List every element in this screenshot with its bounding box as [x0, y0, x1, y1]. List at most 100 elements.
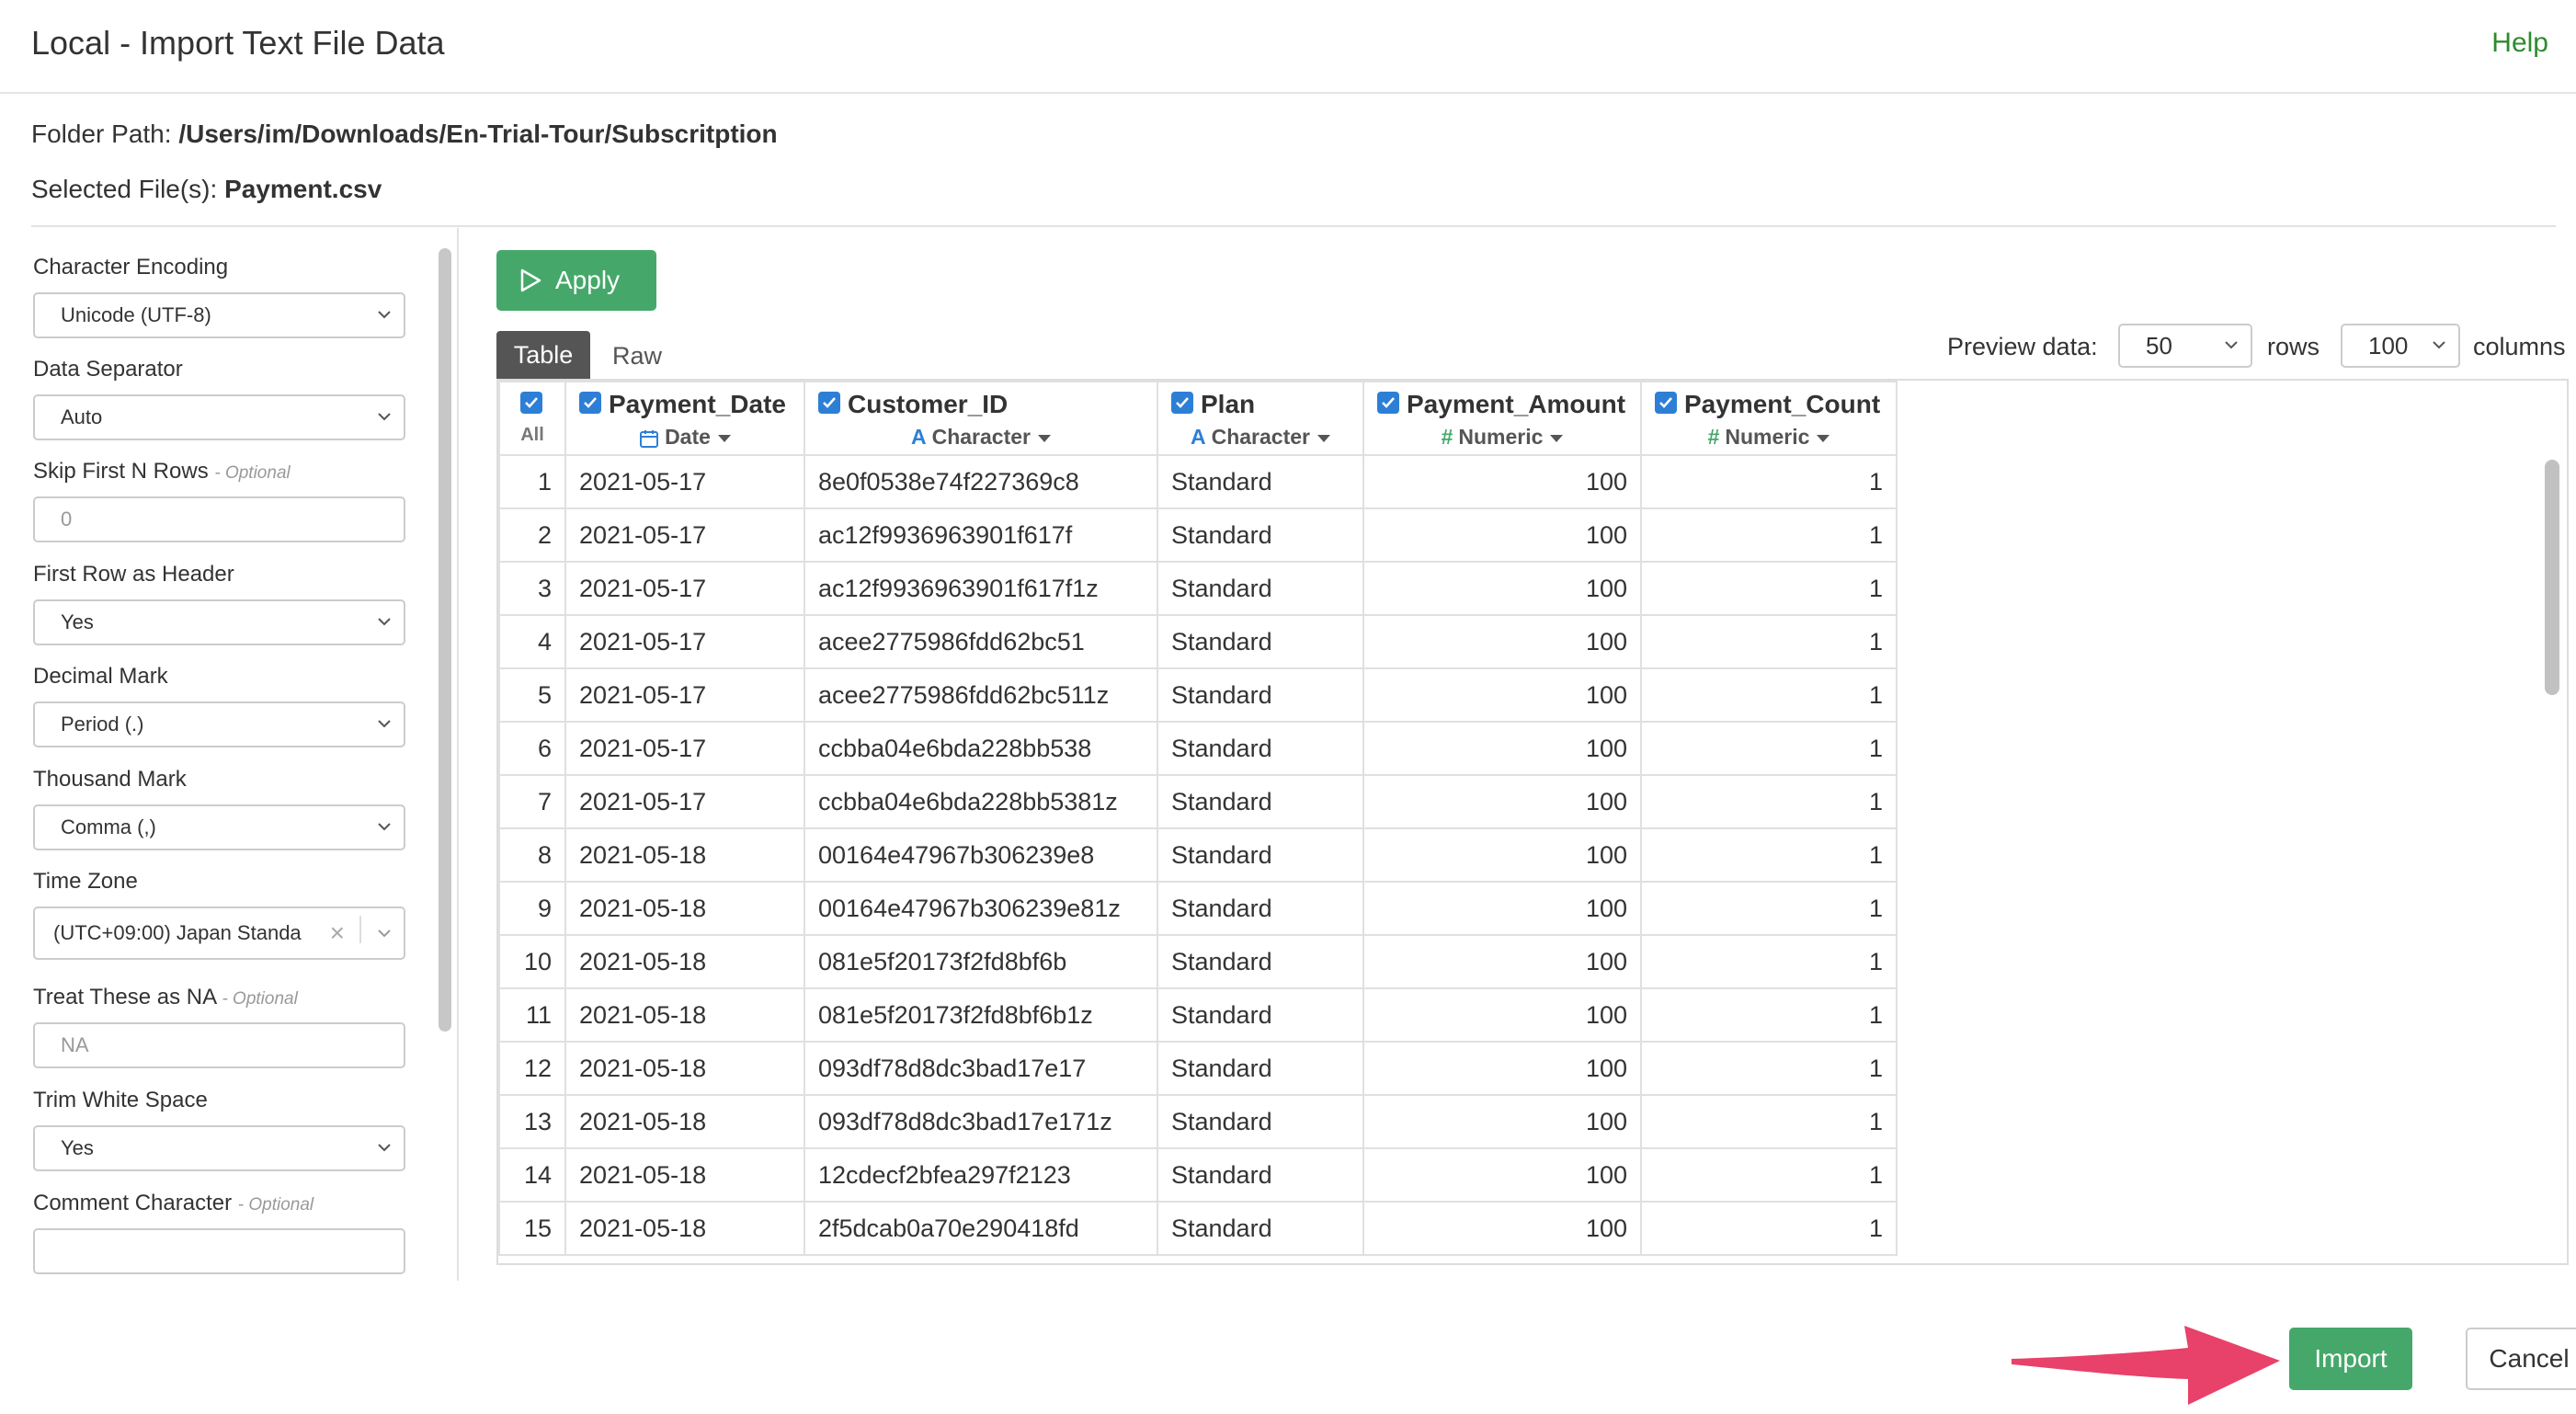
column-type-dropdown[interactable]: A Character [805, 425, 1157, 450]
column-checkbox[interactable] [579, 392, 601, 414]
cancel-button[interactable]: Cancel [2466, 1328, 2576, 1390]
separator-group: Data Separator Auto [33, 356, 405, 440]
plan-cell: Standard [1157, 827, 1364, 883]
table-row[interactable]: 14 2021-05-18 12cdecf2bfea297f2123 Standard… [498, 1147, 1898, 1203]
payment-amount-cell: 100 [1362, 667, 1642, 723]
encoding-value: Unicode (UTF-8) [61, 303, 211, 326]
table-row[interactable]: 2 2021-05-17 ac12f9936963901f617f Standard 1… [498, 507, 1898, 563]
table-row[interactable]: 12 2021-05-18 093df78d8dc3bad17e17 Standard… [498, 1041, 1898, 1096]
na-label: Treat These as NA - Optional [33, 984, 405, 1011]
table-row[interactable]: 3 2021-05-17 ac12f9936963901f617f1z Standar… [498, 561, 1898, 616]
payment-amount-cell: 100 [1362, 614, 1642, 669]
column-header-plan[interactable]: Plan A Character [1157, 381, 1364, 456]
na-input[interactable]: NA [33, 1022, 405, 1068]
table-row[interactable]: 5 2021-05-17 acee2775986fdd62bc511z Standar… [498, 667, 1898, 723]
separator-select[interactable]: Auto [33, 394, 405, 440]
header-row-select[interactable]: Yes [33, 599, 405, 645]
tab-table[interactable]: Table [496, 331, 590, 379]
character-type-icon: A [910, 425, 927, 449]
payment-amount-cell: 100 [1362, 1094, 1642, 1149]
column-type-dropdown[interactable]: A Character [1158, 425, 1362, 450]
thousand-select[interactable]: Comma (,) [33, 804, 405, 850]
tab-raw[interactable]: Raw [612, 342, 662, 371]
table-row[interactable]: 11 2021-05-18 081e5f20173f2fd8bf6b1z Standa… [498, 987, 1898, 1043]
table-row[interactable]: 4 2021-05-17 acee2775986fdd62bc51 Standard 1… [498, 614, 1898, 669]
timezone-label: Time Zone [33, 869, 138, 894]
row-index: 3 [498, 561, 566, 616]
column-type-dropdown[interactable]: # Numeric [1364, 425, 1640, 450]
dialog-header: Local - Import Text File Data Help [0, 0, 2576, 94]
column-type-label: Numeric [1458, 425, 1544, 449]
payment-count-cell: 1 [1640, 507, 1898, 563]
caret-down-icon [1817, 434, 1830, 442]
header-row-label: First Row as Header [33, 562, 234, 587]
row-index: 5 [498, 667, 566, 723]
payment-date-cell: 2021-05-17 [564, 614, 805, 669]
data-grid: All Payment_Date Date Customer_ID A Char… [496, 379, 2569, 1265]
payment-date-cell: 2021-05-18 [564, 1094, 805, 1149]
help-link[interactable]: Help [2491, 28, 2548, 59]
payment-count-cell: 1 [1640, 987, 1898, 1043]
table-row[interactable]: 7 2021-05-17 ccbba04e6bda228bb5381z Standar… [498, 774, 1898, 829]
column-header-payment-amount[interactable]: Payment_Amount # Numeric [1362, 381, 1642, 456]
grid-scrollbar[interactable] [2545, 460, 2559, 695]
preview-columns-select[interactable]: 100 [2341, 324, 2460, 368]
payment-count-cell: 1 [1640, 934, 1898, 989]
column-type-dropdown[interactable]: # Numeric [1642, 425, 1896, 450]
payment-date-cell: 2021-05-18 [564, 1041, 805, 1096]
table-row[interactable]: 1 2021-05-17 8e0f0538e74f227369c8 Standard 1… [498, 454, 1898, 509]
apply-button[interactable]: Apply [496, 250, 656, 311]
payment-amount-cell: 100 [1362, 987, 1642, 1043]
decimal-select[interactable]: Period (.) [33, 701, 405, 747]
plan-cell: Standard [1157, 667, 1364, 723]
skip-rows-label: Skip First N Rows - Optional [33, 458, 405, 485]
table-body: 1 2021-05-17 8e0f0538e74f227369c8 Standard 1… [498, 454, 1898, 1256]
customer-id-cell: acee2775986fdd62bc511z [804, 667, 1158, 723]
comment-input[interactable] [33, 1228, 405, 1274]
skip-rows-input[interactable]: 0 [33, 496, 405, 542]
payment-amount-cell: 100 [1362, 1041, 1642, 1096]
table-row[interactable]: 13 2021-05-18 093df78d8dc3bad17e171z Standa… [498, 1094, 1898, 1149]
plan-cell: Standard [1157, 934, 1364, 989]
preview-rows-select[interactable]: 50 [2118, 324, 2252, 368]
select-all-checkbox[interactable] [520, 392, 542, 414]
column-header-customer-id[interactable]: Customer_ID A Character [804, 381, 1158, 456]
row-index: 2 [498, 507, 566, 563]
table-row[interactable]: 6 2021-05-17 ccbba04e6bda228bb538 Standard 1… [498, 721, 1898, 776]
clear-icon[interactable]: × [330, 908, 345, 958]
sidebar-scrollbar[interactable] [439, 248, 451, 1032]
select-all-label: All [520, 425, 544, 445]
payment-date-cell: 2021-05-17 [564, 774, 805, 829]
timezone-select[interactable]: (UTC+09:00) Japan Standa × [33, 907, 405, 960]
column-type-label: Character [931, 425, 1031, 449]
select-separator [359, 916, 361, 943]
trim-select[interactable]: Yes [33, 1125, 405, 1171]
column-header-payment-count[interactable]: Payment_Count # Numeric [1640, 381, 1898, 456]
thousand-value: Comma (,) [61, 815, 156, 838]
column-checkbox[interactable] [1377, 392, 1399, 414]
encoding-select[interactable]: Unicode (UTF-8) [33, 292, 405, 338]
decimal-label: Decimal Mark [33, 664, 168, 689]
plan-cell: Standard [1157, 1201, 1364, 1256]
table-row[interactable]: 10 2021-05-18 081e5f20173f2fd8bf6b Standard… [498, 934, 1898, 989]
column-type-dropdown[interactable]: Date [566, 425, 804, 450]
plan-cell: Standard [1157, 507, 1364, 563]
plan-cell: Standard [1157, 1094, 1364, 1149]
apply-label: Apply [555, 266, 621, 294]
column-checkbox[interactable] [1171, 392, 1193, 414]
table-row[interactable]: 9 2021-05-18 00164e47967b306239e81z Standar… [498, 881, 1898, 936]
table-row[interactable]: 15 2021-05-18 2f5dcab0a70e290418fd Standard… [498, 1201, 1898, 1256]
plan-cell: Standard [1157, 1147, 1364, 1203]
row-index: 15 [498, 1201, 566, 1256]
column-header-payment-date[interactable]: Payment_Date Date [564, 381, 805, 456]
chevron-down-icon [378, 1144, 391, 1152]
customer-id-cell: ac12f9936963901f617f1z [804, 561, 1158, 616]
import-button[interactable]: Import [2289, 1328, 2412, 1390]
column-checkbox[interactable] [818, 392, 840, 414]
column-checkbox[interactable] [1655, 392, 1677, 414]
table-row[interactable]: 8 2021-05-18 00164e47967b306239e8 Standard 1… [498, 827, 1898, 883]
chevron-down-icon [378, 823, 391, 831]
numeric-type-icon: # [1441, 425, 1453, 449]
preview-columns-value: 100 [2368, 332, 2409, 359]
skip-rows-label-text: Skip First N Rows [33, 459, 209, 484]
